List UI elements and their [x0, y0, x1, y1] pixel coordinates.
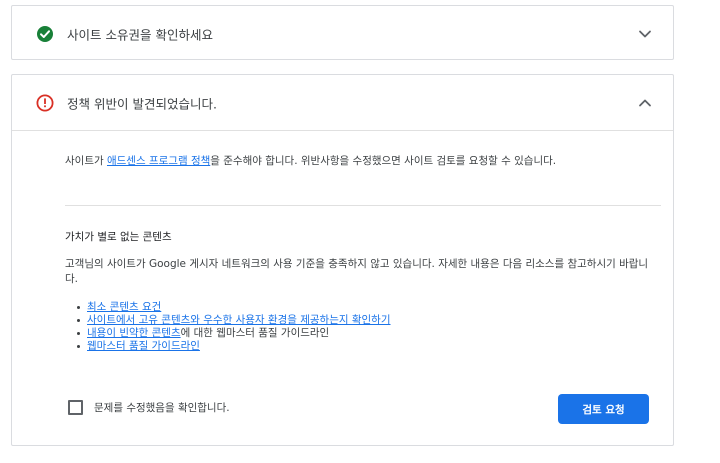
chevron-down-icon[interactable]	[637, 26, 653, 42]
resource-item: 최소 콘텐츠 요건	[77, 301, 391, 314]
policy-violation-card: 정책 위반이 발견되었습니다. 사이트가 애드센스 프로그램 정책을 준수해야 …	[11, 74, 674, 446]
resource-link-thin-content[interactable]: 내용이 빈약한 콘텐츠	[87, 327, 181, 339]
section-divider	[65, 205, 661, 206]
violation-description: 고객님의 사이트가 Google 게시자 네트워크의 사용 기준을 충족하지 않…	[65, 258, 649, 285]
confirm-fixed-row[interactable]: 문제를 수정했음을 확인합니다.	[68, 400, 230, 415]
intro-suffix: 을 준수해야 합니다. 위반사항을 수정했으면 사이트 검토를 요청할 수 있습…	[210, 155, 557, 167]
policy-violation-title: 정책 위반이 발견되었습니다.	[67, 96, 217, 111]
policy-intro-text: 사이트가 애드센스 프로그램 정책을 준수해야 합니다. 위반사항을 수정했으면…	[65, 154, 655, 169]
verify-ownership-title: 사이트 소유권을 확인하세요	[67, 27, 213, 42]
policy-violation-header[interactable]: 정책 위반이 발견되었습니다.	[12, 75, 673, 131]
verify-ownership-header[interactable]: 사이트 소유권을 확인하세요	[12, 6, 673, 61]
resource-item: 사이트에서 고유 콘텐츠와 우수한 사용자 환경을 제공하는지 확인하기	[77, 314, 391, 327]
resource-suffix: 에 대한 웹마스터 품질 가이드라인	[180, 327, 330, 339]
check-circle-icon	[37, 25, 53, 42]
resource-item: 웹마스터 품질 가이드라인	[77, 340, 391, 353]
request-review-button[interactable]: 검토 요청	[558, 394, 649, 424]
program-policy-link[interactable]: 애드센스 프로그램 정책	[107, 155, 210, 167]
confirm-fixed-label: 문제를 수정했음을 확인합니다.	[94, 402, 230, 414]
chevron-up-icon[interactable]	[637, 95, 653, 111]
resource-link-min-content[interactable]: 최소 콘텐츠 요건	[87, 301, 161, 313]
intro-prefix: 사이트가	[65, 155, 107, 167]
resource-link-quality-guidelines[interactable]: 웹마스터 품질 가이드라인	[87, 340, 200, 352]
violation-section-title: 가치가 별로 없는 콘텐츠	[65, 231, 172, 243]
resource-item: 내용이 빈약한 콘텐츠에 대한 웹마스터 품질 가이드라인	[77, 327, 391, 340]
error-circle-icon	[36, 94, 54, 111]
confirm-fixed-checkbox[interactable]	[68, 400, 83, 415]
verify-ownership-card: 사이트 소유권을 확인하세요	[11, 5, 674, 60]
resource-link-unique-content[interactable]: 사이트에서 고유 콘텐츠와 우수한 사용자 환경을 제공하는지 확인하기	[87, 314, 391, 326]
resource-list: 최소 콘텐츠 요건 사이트에서 고유 콘텐츠와 우수한 사용자 환경을 제공하는…	[77, 301, 391, 353]
